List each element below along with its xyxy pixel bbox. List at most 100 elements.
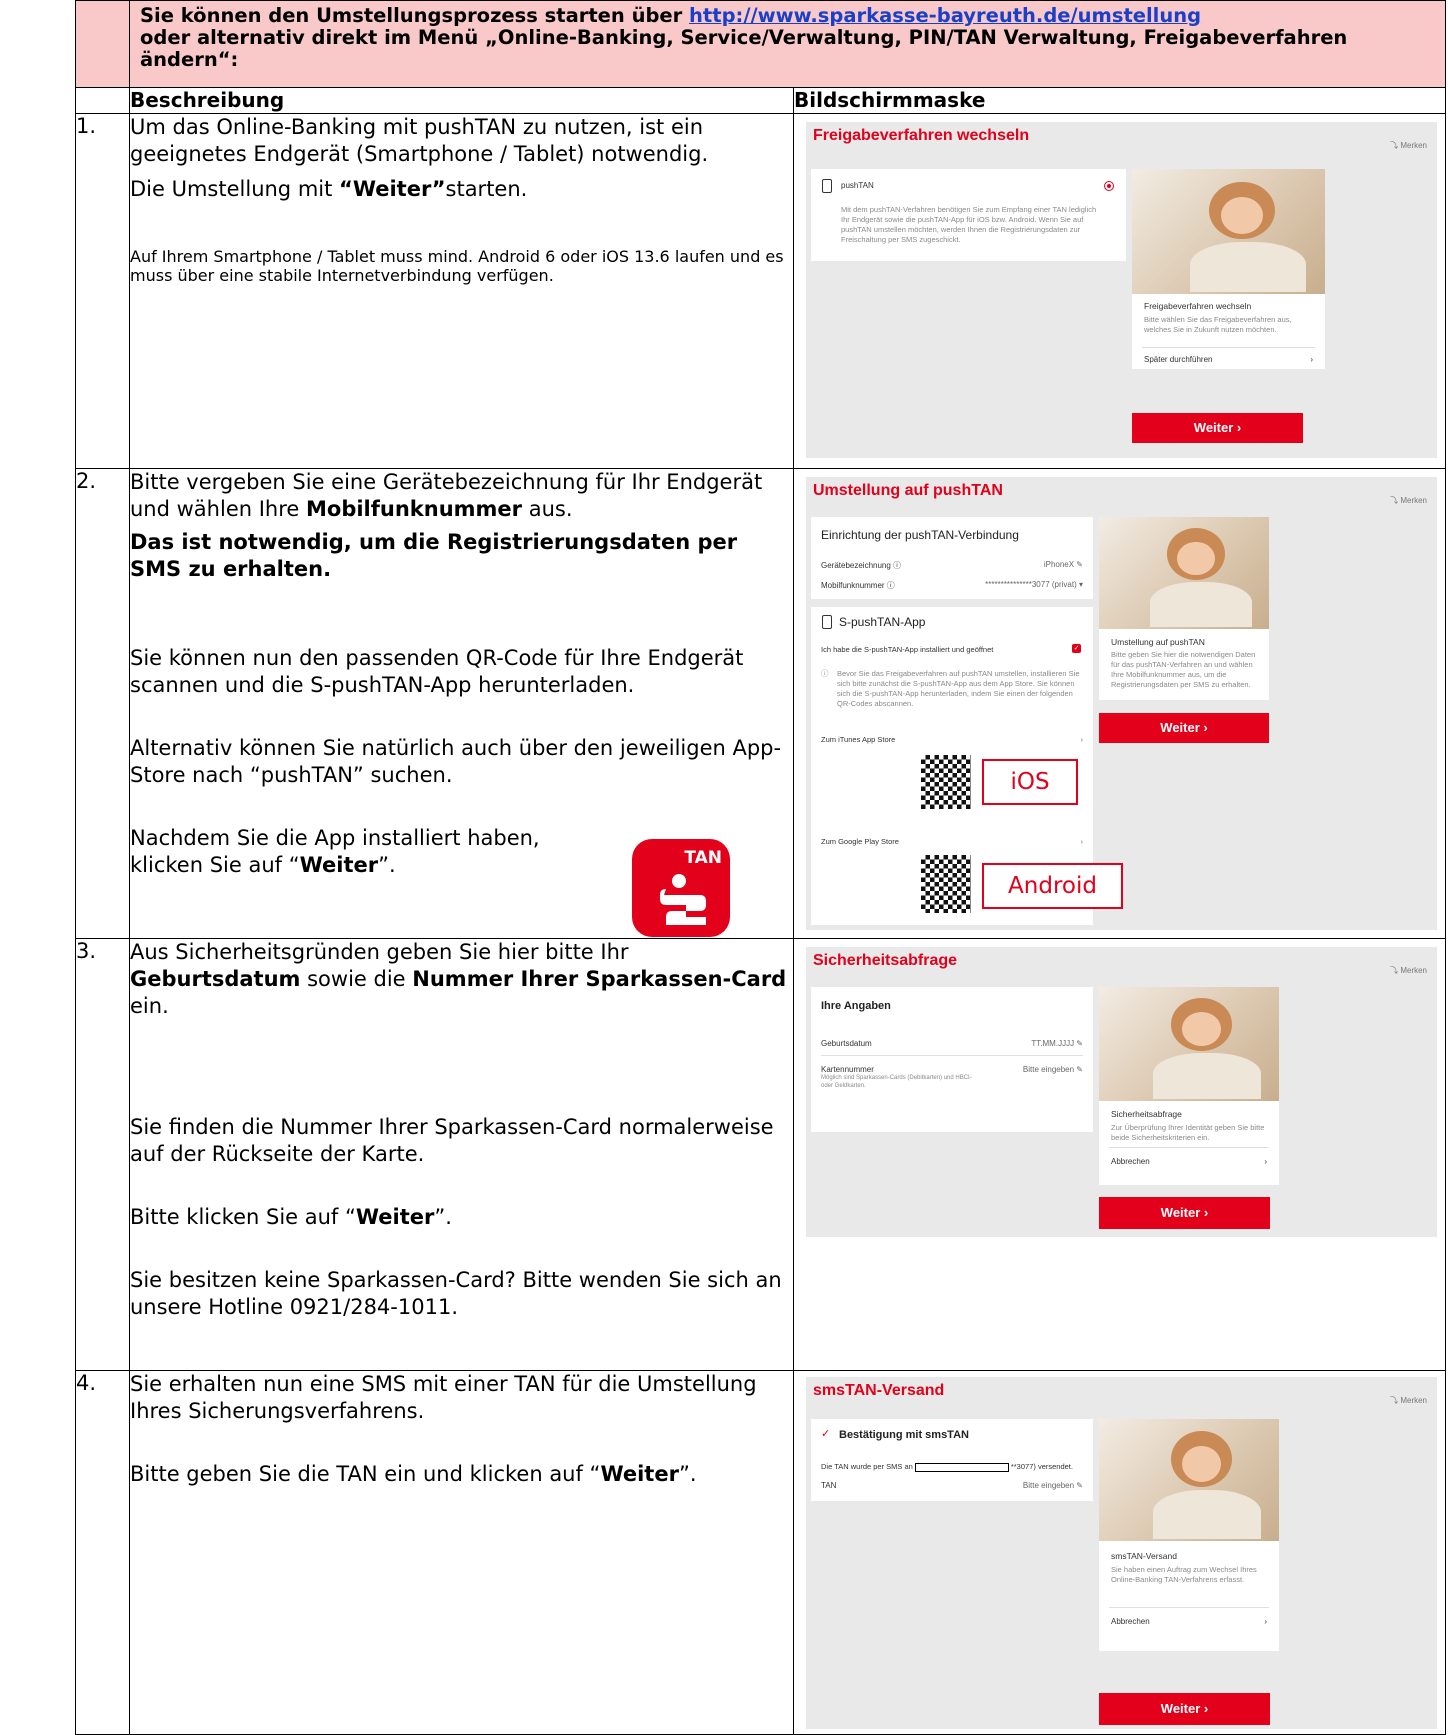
step-3-number: 3.	[75, 938, 130, 1371]
step-2-text-2: Das ist notwendig, um die Registrierungs…	[130, 530, 738, 581]
side-card: smsTAN-Versand Sie haben einen Auftrag z…	[1099, 1419, 1279, 1651]
step-3-row: 3. Aus Sicherheitsgründen geben Sie hier…	[75, 938, 1447, 1371]
geburtsdatum-row[interactable]: Geburtsdatum TT.MM.JJJJ ✎	[821, 1039, 1083, 1048]
angaben-card: Ihre Angaben Geburtsdatum TT.MM.JJJJ ✎ Ka…	[811, 987, 1093, 1132]
phone-icon	[822, 615, 832, 629]
abbrechen-link[interactable]: Abbrechen	[1111, 1157, 1150, 1166]
chevron-right-icon: ›	[1264, 1157, 1267, 1166]
option-radio[interactable]	[1104, 181, 1114, 191]
merken-link[interactable]: ⤵ Merken	[1390, 1395, 1427, 1406]
phone-icon	[822, 179, 832, 193]
step-2-screenshot: Umstellung auf pushTAN ⤵ Merken Einricht…	[792, 468, 1447, 939]
weiter-button[interactable]: Weiter ›	[1099, 1693, 1270, 1725]
bestaetigung-card: ✓ Bestätigung mit smsTAN Die TAN wurde p…	[811, 1419, 1093, 1501]
step-4-text-1: Sie erhalten nun eine SMS mit einer TAN …	[130, 1372, 757, 1423]
info-icon: ⓘ	[821, 669, 829, 678]
step-2-text-5: Nachdem Sie die App installiert haben, k…	[130, 826, 540, 877]
step-1-text-2: Die Umstellung mit “Weiter”starten.	[130, 177, 528, 201]
step-1-requirements: Auf Ihrem Smartphone / Tablet muss mind.…	[130, 247, 784, 285]
side-card: Umstellung auf pushTAN Bitte geben Sie h…	[1099, 517, 1269, 700]
step-3-screenshot: Sicherheitsabfrage ⤵ Merken Ihre Angaben…	[792, 938, 1447, 1371]
chevron-right-icon: ›	[1310, 355, 1313, 364]
step-4-description: Sie erhalten nun eine SMS mit einer TAN …	[129, 1370, 794, 1735]
bildschirmmaske-header: Bildschirmmaske	[792, 87, 1447, 114]
info-text: Bevor Sie das Freigabeverfahren auf push…	[837, 669, 1080, 708]
step-2-text-1: Bitte vergeben Sie eine Gerätebezeichnun…	[130, 470, 763, 521]
mobilfunk-row[interactable]: Mobilfunknummer ⓘ ***************3077 (pr…	[821, 580, 1083, 591]
step-1-description: Um das Online-Banking mit pushTAN zu nut…	[129, 113, 794, 469]
freigabe-panel: Freigabeverfahren wechseln ⤵ Merken push…	[806, 122, 1438, 458]
woman-photo	[1099, 517, 1269, 629]
step-2-text-3: Sie können nun den passenden QR-Code für…	[130, 646, 744, 697]
kartennummer-row[interactable]: Kartennummer Bitte eingeben ✎	[821, 1065, 1083, 1074]
side-title: Freigabeverfahren wechseln	[1144, 301, 1252, 311]
chevron-right-icon: ›	[1264, 1617, 1267, 1626]
panel-title: smsTAN-Versand	[813, 1382, 945, 1399]
google-link[interactable]: Zum Google Play Store ›	[821, 837, 1083, 846]
header-line1: Sie können den Umstellungsprozess starte…	[140, 4, 690, 27]
verbindung-card: Einrichtung der pushTAN-Verbindung Gerät…	[811, 517, 1093, 599]
step-4-text-2: Bitte geben Sie die TAN ein und klicken …	[130, 1462, 697, 1486]
side-title: Umstellung auf pushTAN	[1111, 637, 1205, 647]
weiter-button[interactable]: Weiter ›	[1132, 413, 1303, 443]
side-text: Sie haben einen Auftrag zum Wechsel Ihre…	[1111, 1565, 1257, 1584]
merken-link[interactable]: ⤵ Merken	[1390, 965, 1427, 976]
option-label: pushTAN	[841, 181, 874, 190]
header-row: Sie können den Umstellungsprozess starte…	[75, 0, 1447, 88]
option-description: Mit dem pushTAN-Verfahren benötigen Sie …	[841, 205, 1097, 244]
itunes-link[interactable]: Zum iTunes App Store ›	[821, 735, 1083, 744]
column-header-row: Beschreibung Bildschirmmaske	[75, 87, 1447, 114]
step-1-text-1: Um das Online-Banking mit pushTAN zu nut…	[130, 115, 709, 166]
card-title: Bestätigung mit smsTAN	[839, 1429, 969, 1441]
card-title: Einrichtung der pushTAN-Verbindung	[821, 528, 1019, 542]
spaeter-link[interactable]: Später durchführen	[1144, 355, 1213, 364]
step-2-description: Bitte vergeben Sie eine Gerätebezeichnun…	[129, 468, 794, 939]
tan-row[interactable]: TAN Bitte eingeben ✎	[821, 1481, 1083, 1490]
header-line2: oder alternativ direkt im Menü „Online-B…	[140, 26, 1348, 71]
woman-photo	[1099, 987, 1279, 1101]
step-3-text-3: Bitte klicken Sie auf “Weiter”.	[130, 1205, 452, 1229]
side-card: Sicherheitsabfrage Zur Überprüfung Ihrer…	[1099, 987, 1279, 1185]
shield-check-icon: ✓	[821, 1428, 831, 1440]
ios-label: iOS	[982, 759, 1078, 805]
merken-link[interactable]: ⤵ Merken	[1390, 495, 1427, 506]
s-pushtan-app-icon: TAN	[632, 839, 730, 937]
step-1-number: 1.	[75, 113, 130, 469]
kartennummer-hint: Möglich sind Sparkassen-Cards (Debitkart…	[821, 1075, 972, 1089]
installed-checkbox[interactable]: ✓	[1072, 644, 1081, 653]
redacted-number	[914, 1462, 1009, 1472]
abbrechen-link[interactable]: Abbrechen	[1111, 1617, 1150, 1626]
sms-sent-text: Die TAN wurde per SMS an **3077) versende…	[821, 1462, 1073, 1472]
woman-photo	[1132, 169, 1325, 294]
step-3-description: Aus Sicherheitsgründen geben Sie hier bi…	[129, 938, 794, 1371]
panel-title: Umstellung auf pushTAN	[813, 482, 1003, 499]
step-1-row: 1. Um das Online-Banking mit pushTAN zu …	[75, 113, 1447, 469]
umstellung-link[interactable]: http://www.sparkasse-bayreuth.de/umstell…	[689, 4, 1201, 27]
pushtan-option-card[interactable]: pushTAN Mit dem pushTAN-Verfahren benöti…	[811, 169, 1126, 261]
app-icon-label: TAN	[684, 848, 722, 868]
weiter-button[interactable]: Weiter ›	[1099, 1197, 1270, 1229]
app-card-title: S-pushTAN-App	[839, 615, 926, 629]
step-2-number: 2.	[75, 468, 130, 939]
side-text: Bitte wählen Sie das Freigabeverfahren a…	[1144, 315, 1292, 334]
woman-photo	[1099, 1419, 1279, 1541]
panel-title: Sicherheitsabfrage	[813, 952, 958, 969]
weiter-button[interactable]: Weiter ›	[1099, 713, 1269, 743]
step-2-row: 2. Bitte vergeben Sie eine Gerätebezeich…	[75, 468, 1447, 939]
umstellung-panel: Umstellung auf pushTAN ⤵ Merken Einricht…	[806, 477, 1438, 930]
geraet-row[interactable]: Gerätebezeichnung ⓘ iPhoneX ✎	[821, 560, 1083, 571]
side-text: Bitte geben Sie hier die notwendigen Dat…	[1111, 650, 1256, 689]
header-empty-cell	[75, 0, 130, 88]
step-3-text-1: Aus Sicherheitsgründen geben Sie hier bi…	[130, 940, 787, 1018]
smstan-panel: smsTAN-Versand ⤵ Merken ✓ Bestätigung mi…	[806, 1377, 1438, 1729]
ios-qr-code	[921, 755, 971, 809]
sicherheit-panel: Sicherheitsabfrage ⤵ Merken Ihre Angaben…	[806, 947, 1438, 1237]
step-4-screenshot: smsTAN-Versand ⤵ Merken ✓ Bestätigung mi…	[792, 1370, 1447, 1735]
step-4-row: 4. Sie erhalten nun eine SMS mit einer T…	[75, 1370, 1447, 1735]
step-1-screenshot: Freigabeverfahren wechseln ⤵ Merken push…	[792, 113, 1447, 469]
step-4-number: 4.	[75, 1370, 130, 1735]
side-title: Sicherheitsabfrage	[1111, 1109, 1182, 1119]
merken-link[interactable]: ⤵ Merken	[1390, 140, 1427, 151]
instruction-table: Sie können den Umstellungsprozess starte…	[75, 0, 1447, 1735]
beschreibung-header: Beschreibung	[129, 87, 794, 114]
